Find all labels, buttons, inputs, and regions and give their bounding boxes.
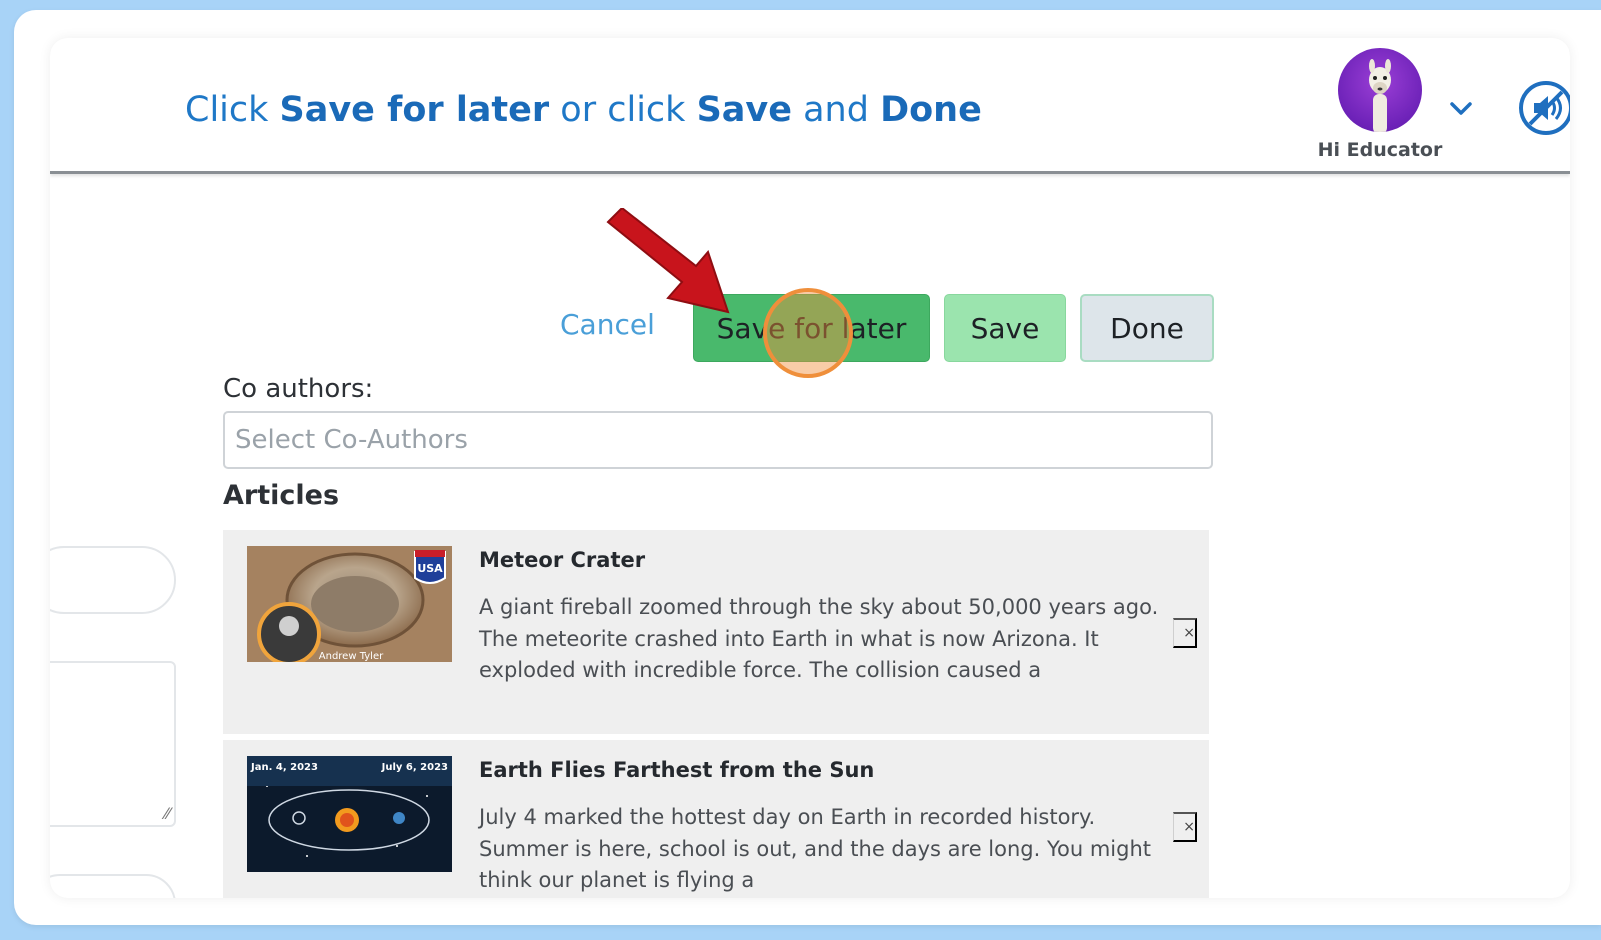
remove-article-button[interactable]: × bbox=[1173, 812, 1197, 842]
article-thumbnail: Jan. 4, 2023 July 6, 2023 bbox=[247, 756, 452, 872]
article-title[interactable]: Earth Flies Farthest from the Sun bbox=[479, 758, 874, 782]
save-button[interactable]: Save bbox=[944, 294, 1066, 362]
click-highlight bbox=[763, 288, 853, 378]
article-title[interactable]: Meteor Crater bbox=[479, 548, 645, 572]
side-textarea[interactable]: ⁄⁄ bbox=[50, 661, 176, 827]
thumb-badge: USA bbox=[417, 562, 443, 575]
alpaca-icon bbox=[1369, 59, 1391, 132]
coauthors-label: Co authors: bbox=[223, 374, 374, 404]
side-input-field-2[interactable] bbox=[50, 874, 176, 898]
instruction-save-for-later: Save for later bbox=[279, 90, 550, 130]
side-input-field[interactable] bbox=[50, 546, 176, 614]
coauthors-select[interactable] bbox=[223, 411, 1213, 469]
article-summary: July 4 marked the hottest day on Earth i… bbox=[479, 805, 1152, 892]
avatar[interactable] bbox=[1338, 48, 1422, 132]
instruction-done: Done bbox=[880, 90, 982, 130]
tutorial-instruction: Click Save for later or click Save and D… bbox=[185, 90, 982, 130]
instruction-middle: or click bbox=[549, 90, 697, 130]
pointer-arrow-icon bbox=[606, 208, 730, 314]
article-summary: A giant fireball zoomed through the sky … bbox=[479, 595, 1159, 682]
user-greeting: Hi Educator bbox=[1317, 139, 1443, 161]
header-bar: Click Save for later or click Save and D… bbox=[50, 38, 1570, 174]
chevron-down-icon[interactable] bbox=[1448, 96, 1474, 122]
articles-heading: Articles bbox=[223, 480, 340, 511]
mute-speaker-icon[interactable] bbox=[1518, 80, 1570, 136]
thumb-date-left: Jan. 4, 2023 bbox=[250, 762, 318, 773]
remove-article-button[interactable]: × bbox=[1173, 618, 1197, 648]
done-button[interactable]: Done bbox=[1080, 294, 1214, 362]
app-window: Click Save for later or click Save and D… bbox=[50, 38, 1570, 898]
resize-grip-icon[interactable]: ⁄⁄ bbox=[165, 804, 170, 823]
thumb-date-right: July 6, 2023 bbox=[381, 762, 448, 773]
tutorial-frame: Click Save for later or click Save and D… bbox=[14, 10, 1601, 925]
thumb-caption: Andrew Tyler bbox=[319, 651, 384, 662]
article-card: USA Andrew Tyler Meteor Crater A giant f… bbox=[223, 530, 1209, 734]
instruction-prefix: Click bbox=[185, 90, 280, 130]
article-card: Jan. 4, 2023 July 6, 2023 Earth Flies Fa… bbox=[223, 740, 1209, 898]
instruction-and: and bbox=[791, 90, 881, 130]
instruction-save: Save bbox=[696, 90, 792, 130]
article-thumbnail: USA Andrew Tyler bbox=[247, 546, 452, 662]
